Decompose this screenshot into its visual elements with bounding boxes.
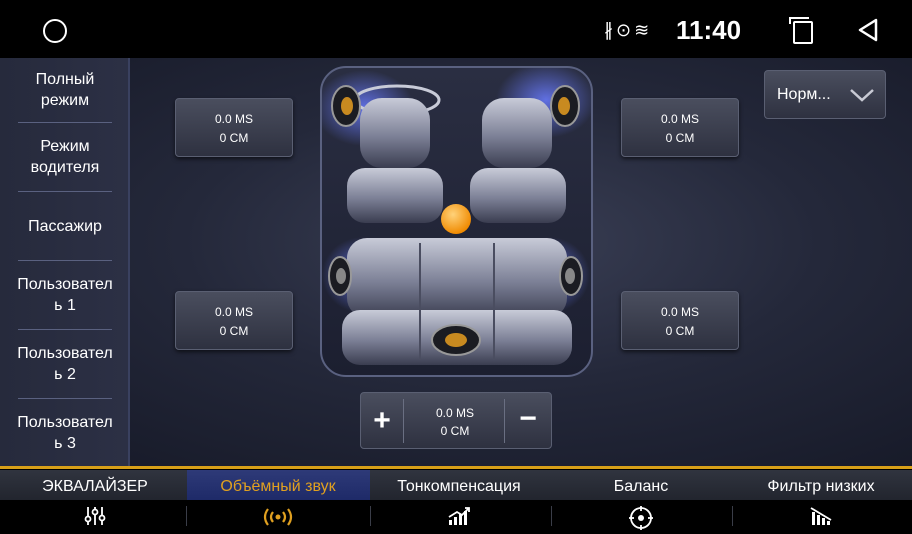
surround-mode-dropdown[interactable]: Норм... xyxy=(764,70,886,119)
delay-ms: 0.0 MS xyxy=(660,305,699,319)
surround-panel: Полный режим Режим водителя Пассажир Пол… xyxy=(0,58,912,466)
sidebar-item-user-3[interactable]: Пользовател ь 3 xyxy=(0,399,130,466)
center-delay-stepper: + 0.0 MS 0 CM − xyxy=(360,392,552,449)
chevron-down-icon xyxy=(850,89,874,102)
sidebar-item-passenger[interactable]: Пассажир xyxy=(0,192,130,260)
audio-tab-bar: ЭКВАЛАЙЗЕР Объёмный звук Тонкомпенсация xyxy=(0,466,912,534)
sidebar-item-label: Пользовател ь 2 xyxy=(17,345,113,383)
tab-label: Фильтр низких xyxy=(767,478,875,495)
increase-button[interactable]: + xyxy=(361,393,403,448)
sidebar-item-driver-mode[interactable]: Режим водителя xyxy=(0,123,130,191)
delay-ms: 0.0 MS xyxy=(214,305,253,319)
delay-ms: 0.0 MS xyxy=(214,112,253,126)
rear-right-delay[interactable]: 0.0 MS 0 CM xyxy=(621,291,739,350)
balance-icon xyxy=(629,506,653,530)
tab-label: Объёмный звук xyxy=(220,478,336,495)
status-indicators: ∦⊙≋ xyxy=(604,20,652,41)
front-right-speaker-icon[interactable] xyxy=(550,85,580,127)
car-seats-illustration xyxy=(314,62,596,365)
bluetooth-icon: ∦ xyxy=(604,20,616,41)
tab-label: ЭКВАЛАЙЗЕР xyxy=(42,478,148,495)
tab-label: Тонкомпенсация xyxy=(397,478,521,495)
sidebar-item-label: Пассажир xyxy=(28,217,102,235)
front-left-seat xyxy=(347,98,443,223)
delay-cm: 0 CM xyxy=(665,324,695,338)
loudness-icon xyxy=(448,507,470,525)
status-bar: ∦⊙≋ 11:40 xyxy=(0,0,912,58)
tab-bar-accent-line xyxy=(0,466,912,469)
dropdown-value: Норм... xyxy=(777,86,831,103)
rear-right-speaker-icon[interactable] xyxy=(559,256,583,296)
recents-button[interactable] xyxy=(789,17,813,44)
rear-left-speaker-icon[interactable] xyxy=(328,256,352,296)
delay-cm: 0 CM xyxy=(440,424,470,438)
mode-sidebar: Полный режим Режим водителя Пассажир Пол… xyxy=(0,58,130,466)
equalizer-icon xyxy=(84,507,106,525)
front-left-speaker-icon[interactable] xyxy=(331,85,361,127)
sidebar-item-label: Полный режим xyxy=(35,71,95,109)
front-right-delay[interactable]: 0.0 MS 0 CM xyxy=(621,98,739,157)
delay-cm: 0 CM xyxy=(219,324,249,338)
clock: 11:40 xyxy=(676,15,742,45)
decrease-button[interactable]: − xyxy=(505,393,551,448)
surround-icon xyxy=(263,508,293,526)
sidebar-item-label: Режим водителя xyxy=(30,138,100,176)
front-left-delay[interactable]: 0.0 MS 0 CM xyxy=(175,98,293,157)
sidebar-item-label: Пользовател ь 1 xyxy=(17,276,113,314)
rear-left-delay[interactable]: 0.0 MS 0 CM xyxy=(175,291,293,350)
tab-lowpass-filter[interactable]: Фильтр низких xyxy=(732,470,910,534)
wifi-icon: ≋ xyxy=(634,20,653,41)
tab-surround[interactable]: Объёмный звук xyxy=(187,470,369,534)
sidebar-item-label: Пользовател ь 3 xyxy=(17,413,113,452)
sidebar-item-full-mode[interactable]: Полный режим xyxy=(0,58,130,122)
back-button[interactable] xyxy=(857,18,879,42)
delay-cm: 0 CM xyxy=(219,131,249,145)
delay-ms: 0.0 MS xyxy=(660,112,699,126)
listening-position-dot[interactable] xyxy=(441,204,471,234)
tab-loudness[interactable]: Тонкомпенсация xyxy=(368,470,550,534)
home-button[interactable] xyxy=(43,19,67,43)
delay-cm: 0 CM xyxy=(665,131,695,145)
tab-equalizer[interactable]: ЭКВАЛАЙЗЕР xyxy=(4,470,186,534)
car-seat-diagram xyxy=(314,62,596,377)
location-icon: ⊙ xyxy=(616,20,635,41)
center-speaker-icon[interactable] xyxy=(431,324,481,356)
lowpass-icon xyxy=(810,507,832,525)
front-right-seat xyxy=(470,98,566,223)
sidebar-item-user-2[interactable]: Пользовател ь 2 xyxy=(0,330,130,398)
tab-balance[interactable]: Баланс xyxy=(550,470,732,534)
tab-label: Баланс xyxy=(613,478,669,495)
sidebar-item-user-1[interactable]: Пользовател ь 1 xyxy=(0,261,130,329)
delay-ms: 0.0 MS xyxy=(435,406,474,420)
